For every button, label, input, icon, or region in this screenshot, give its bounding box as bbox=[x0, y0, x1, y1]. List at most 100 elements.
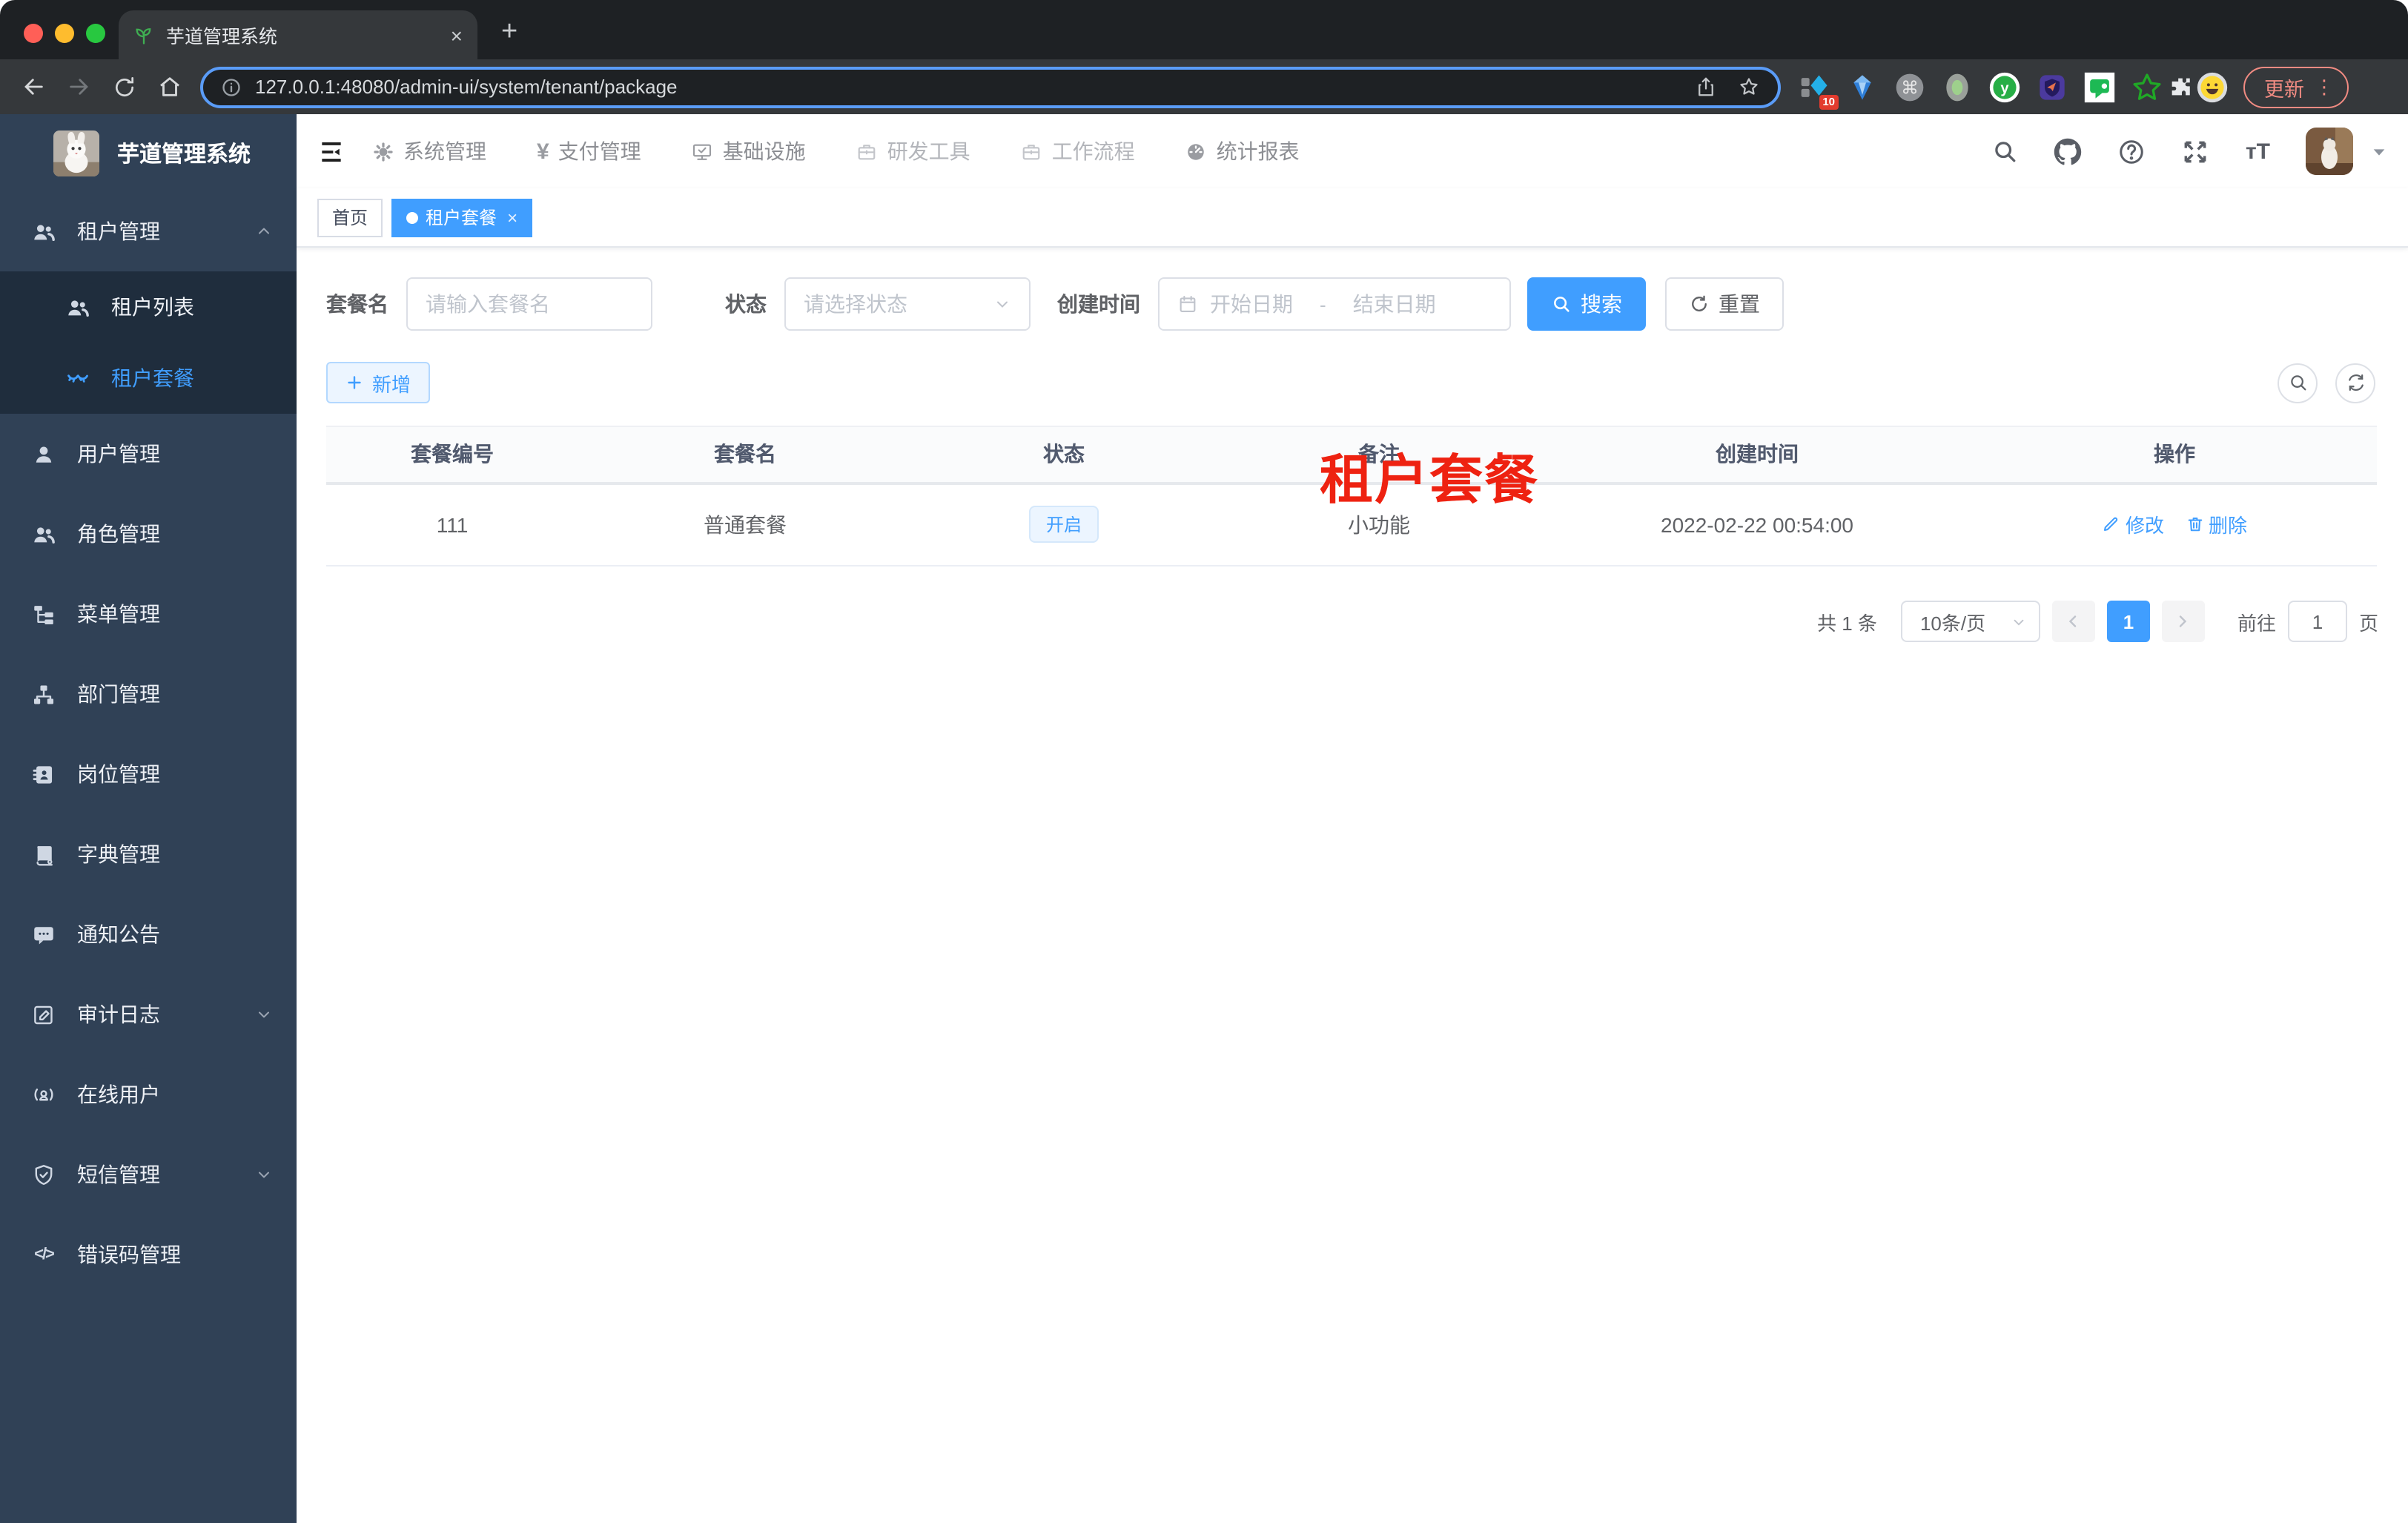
page-size-select[interactable]: 10条/页 bbox=[1900, 601, 2040, 642]
users-icon bbox=[31, 219, 56, 244]
top-nav-label: 支付管理 bbox=[558, 139, 641, 163]
sidebar-item-label: 租户管理 bbox=[77, 219, 160, 243]
share-icon[interactable] bbox=[1695, 76, 1717, 98]
chevron-down-icon bbox=[2011, 613, 2027, 630]
puzzle-extensions-icon[interactable] bbox=[2163, 70, 2196, 103]
github-icon[interactable] bbox=[2054, 137, 2083, 165]
top-nav-item-4[interactable]: 工作流程 bbox=[1021, 136, 1135, 166]
command-extension-icon[interactable]: ⌘ bbox=[1893, 70, 1926, 103]
home-icon[interactable] bbox=[157, 74, 182, 99]
cell-created-at: 2022-02-22 00:54:00 bbox=[1542, 483, 1972, 566]
goto-label: 前往 bbox=[2237, 612, 2276, 634]
close-window-button[interactable] bbox=[24, 24, 43, 43]
browser-tab[interactable]: 芋道管理系统 × bbox=[119, 10, 477, 59]
refresh-table-icon[interactable] bbox=[2335, 363, 2375, 403]
sidebar-item-通知公告[interactable]: 通知公告 bbox=[0, 894, 297, 974]
修改-link[interactable]: 修改 bbox=[2102, 511, 2164, 539]
yen-icon: ¥ bbox=[537, 139, 549, 164]
sidebar-item-岗位管理[interactable]: 岗位管理 bbox=[0, 734, 297, 814]
chat-green-extension-icon[interactable] bbox=[2083, 70, 2116, 103]
status-select[interactable]: 请选择状态 bbox=[784, 277, 1031, 331]
back-icon[interactable] bbox=[21, 74, 46, 99]
sidebar-item-在线用户[interactable]: 在线用户 bbox=[0, 1054, 297, 1134]
sidebar-item-错误码管理[interactable]: </> 错误码管理 bbox=[0, 1215, 297, 1295]
shield-purple-extension-icon[interactable] bbox=[2036, 70, 2068, 103]
sidebar-item-短信管理[interactable]: 短信管理 bbox=[0, 1134, 297, 1215]
top-nav-item-2[interactable]: 基础设施 bbox=[692, 136, 806, 166]
sidebar-menu: 租户管理租户列表 租户套餐 用户管理 角色管理 菜单管理 部门管理岗位管理字典管理通知公告… bbox=[0, 191, 297, 1295]
user-avatar[interactable] bbox=[2306, 128, 2353, 175]
address-bar[interactable]: 127.0.0.1:48080/admin-ui/system/tenant/p… bbox=[200, 66, 1781, 108]
forward-icon[interactable] bbox=[67, 74, 92, 99]
url-text: 127.0.0.1:48080/admin-ui/system/tenant/p… bbox=[255, 76, 678, 98]
log-icon bbox=[31, 1002, 56, 1027]
record-extension-icon[interactable] bbox=[1941, 70, 1974, 103]
column-header-套餐编号: 套餐编号 bbox=[326, 426, 578, 484]
search-button[interactable]: 搜索 bbox=[1527, 277, 1646, 331]
tag-首页[interactable]: 首页 bbox=[317, 198, 383, 237]
top-nav-item-0[interactable]: 系统管理 bbox=[372, 136, 486, 166]
profile-avatar-smiley[interactable] bbox=[2196, 70, 2229, 103]
search-icon[interactable] bbox=[1992, 138, 2019, 165]
badge-icon bbox=[31, 762, 56, 787]
sidebar-item-label: 岗位管理 bbox=[77, 762, 160, 786]
reload-icon[interactable] bbox=[113, 75, 136, 99]
sidebar-item-label: 通知公告 bbox=[77, 922, 160, 946]
zoom-window-button[interactable] bbox=[86, 24, 105, 43]
gem-extension-icon[interactable] bbox=[1846, 70, 1879, 103]
package-name-input[interactable] bbox=[426, 292, 633, 316]
sidebar-item-审计日志[interactable]: 审计日志 bbox=[0, 974, 297, 1054]
add-button[interactable]: 新增 bbox=[326, 362, 431, 403]
prev-page-button[interactable] bbox=[2051, 601, 2095, 642]
top-nav-item-1[interactable]: ¥ 支付管理 bbox=[537, 136, 641, 166]
sidebar-item-租户列表[interactable]: 租户列表 bbox=[0, 271, 297, 343]
sidebar-item-菜单管理[interactable]: 菜单管理 bbox=[0, 574, 297, 654]
help-icon[interactable] bbox=[2118, 137, 2146, 165]
chevron-up bbox=[255, 222, 273, 240]
grid-diamond-extension-icon[interactable]: 10 bbox=[1799, 70, 1839, 109]
minimize-window-button[interactable] bbox=[55, 24, 74, 43]
删除-link[interactable]: 删除 bbox=[2185, 511, 2247, 539]
app-title: 芋道管理系统 bbox=[117, 142, 251, 167]
date-filter-label: 创建时间 bbox=[1057, 292, 1140, 316]
reset-button-label: 重置 bbox=[1719, 292, 1760, 316]
page-number-button[interactable]: 1 bbox=[2106, 601, 2150, 642]
svg-text:⌘: ⌘ bbox=[1901, 76, 1919, 97]
tag-close-icon[interactable]: × bbox=[507, 207, 517, 228]
tag-租户套餐[interactable]: 租户套餐 × bbox=[391, 198, 533, 237]
action-label: 删除 bbox=[2209, 515, 2248, 538]
chevron-down-icon[interactable] bbox=[2371, 143, 2387, 159]
tag-label: 租户套餐 bbox=[426, 208, 497, 228]
chrome-update-menu-button[interactable]: 更新 ⋮ bbox=[2243, 66, 2349, 108]
top-nav-item-5[interactable]: 统计报表 bbox=[1185, 136, 1300, 166]
search-button-label: 搜索 bbox=[1581, 292, 1622, 316]
sidebar-item-用户管理[interactable]: 用户管理 bbox=[0, 414, 297, 494]
package-name-input-wrap bbox=[406, 277, 652, 331]
collapse-sidebar-icon[interactable] bbox=[317, 137, 345, 165]
tab-close-icon[interactable]: × bbox=[451, 23, 463, 47]
goto-page-input[interactable] bbox=[2287, 601, 2347, 642]
tag-label: 首页 bbox=[332, 208, 368, 228]
new-tab-button[interactable]: + bbox=[501, 18, 517, 46]
sidebar-item-部门管理[interactable]: 部门管理 bbox=[0, 654, 297, 734]
y-circle-extension-icon[interactable]: y bbox=[1988, 70, 2021, 103]
add-button-label: 新增 bbox=[372, 373, 411, 395]
sidebar-item-租户管理[interactable]: 租户管理 bbox=[0, 191, 297, 271]
date-range-picker[interactable]: 开始日期 - 结束日期 bbox=[1158, 277, 1511, 331]
sidebar-item-角色管理[interactable]: 角色管理 bbox=[0, 494, 297, 574]
show-search-icon[interactable] bbox=[2278, 363, 2318, 403]
app-logo-row[interactable]: 芋道管理系统 bbox=[0, 114, 297, 191]
sidebar-item-字典管理[interactable]: 字典管理 bbox=[0, 814, 297, 894]
code-icon: </> bbox=[34, 1246, 55, 1263]
main-area: 系统管理 ¥ 支付管理 基础设施 研发工具 工作流程 统计报表 тT 首页 租户… bbox=[297, 114, 2408, 1523]
next-page-button[interactable] bbox=[2161, 601, 2205, 642]
bookmark-star-icon[interactable] bbox=[1738, 76, 1760, 98]
sidebar-item-租户套餐[interactable]: 租户套餐 bbox=[0, 343, 297, 414]
top-nav-item-3[interactable]: 研发工具 bbox=[856, 136, 970, 166]
font-size-icon[interactable]: тT bbox=[2246, 139, 2270, 164]
fullscreen-icon[interactable] bbox=[2182, 137, 2210, 165]
trash-icon bbox=[2185, 515, 2204, 535]
star-green-extension-icon[interactable] bbox=[2131, 70, 2163, 103]
site-info-icon[interactable] bbox=[221, 76, 242, 97]
reset-button[interactable]: 重置 bbox=[1665, 277, 1784, 331]
